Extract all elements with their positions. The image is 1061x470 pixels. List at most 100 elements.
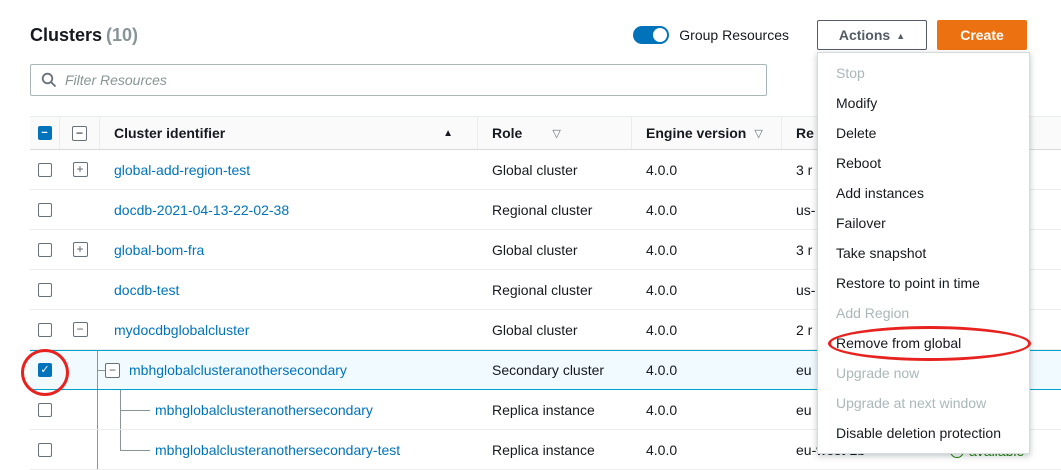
menu-item[interactable]: Remove from global <box>818 328 1029 358</box>
role-cell: Replica instance <box>478 442 632 458</box>
clusters-page: Clusters(10) Group Resources Actions▲ Cr… <box>0 0 1061 470</box>
engine-cell: 4.0.0 <box>632 162 782 178</box>
expand-cell <box>60 351 100 389</box>
toolbar-actions: Group Resources Actions▲ Create <box>633 20 1027 50</box>
row-checkbox[interactable] <box>38 163 52 177</box>
role-cell: Secondary cluster <box>478 362 632 378</box>
menu-item[interactable]: Reboot <box>818 148 1029 178</box>
role-cell: Global cluster <box>478 162 632 178</box>
engine-cell: 4.0.0 <box>632 202 782 218</box>
filter-input[interactable] <box>65 66 760 94</box>
menu-item[interactable]: Upgrade at next window <box>818 388 1029 418</box>
expand-toggle[interactable]: + <box>73 162 88 177</box>
expand-cell: − <box>60 310 100 349</box>
toolbar: Clusters(10) Group Resources Actions▲ Cr… <box>0 0 1061 50</box>
sort-ascending-icon[interactable]: ▲ <box>443 128 453 139</box>
checkbox-cell <box>30 310 60 349</box>
engine-cell: 4.0.0 <box>632 282 782 298</box>
collapse-all-icon[interactable]: − <box>72 126 87 141</box>
expand-toggle[interactable]: + <box>73 242 88 257</box>
menu-item[interactable]: Take snapshot <box>818 238 1029 268</box>
menu-item[interactable]: Add Region <box>818 298 1029 328</box>
expand-toggle[interactable]: − <box>73 322 88 337</box>
caret-up-icon: ▲ <box>896 31 905 41</box>
menu-item[interactable]: Restore to point in time <box>818 268 1029 298</box>
identifier-cell: mbhglobalclusteranothersecondary <box>100 390 478 429</box>
actions-button[interactable]: Actions▲ <box>817 20 927 50</box>
engine-cell: 4.0.0 <box>632 322 782 338</box>
row-checkbox[interactable] <box>38 203 52 217</box>
role-cell: Global cluster <box>478 242 632 258</box>
identifier-cell: mydocdbglobalcluster <box>100 310 478 349</box>
filter-box <box>30 64 767 96</box>
collapse-toggle[interactable]: − <box>105 363 120 378</box>
checkbox-cell <box>30 390 60 429</box>
select-all-header[interactable]: − <box>30 117 60 149</box>
tree-line <box>120 430 121 450</box>
toggle-knob <box>653 28 667 42</box>
engine-cell: 4.0.0 <box>632 402 782 418</box>
cluster-link[interactable]: mydocdbglobalcluster <box>114 322 249 338</box>
menu-item[interactable]: Delete <box>818 118 1029 148</box>
checkbox-cell <box>30 270 60 309</box>
identifier-cell: mbhglobalclusteranothersecondary-test <box>100 430 478 469</box>
cluster-link[interactable]: mbhglobalclusteranothersecondary <box>129 362 347 378</box>
role-cell: Regional cluster <box>478 202 632 218</box>
expand-cell: + <box>60 150 100 189</box>
menu-item[interactable]: Failover <box>818 208 1029 238</box>
tree-line <box>120 390 121 429</box>
actions-menu: Stop Modify Delete Reboot Add instances … <box>817 52 1030 454</box>
menu-item[interactable]: Upgrade now <box>818 358 1029 388</box>
expand-cell: + <box>60 230 100 269</box>
row-checkbox[interactable] <box>38 403 52 417</box>
identifier-cell: global-add-region-test <box>100 150 478 189</box>
checkbox-cell <box>30 430 60 469</box>
column-filter-icon[interactable]: ▽ <box>754 127 762 140</box>
menu-item[interactable]: Add instances <box>818 178 1029 208</box>
cluster-link[interactable]: global-add-region-test <box>114 162 250 178</box>
row-checkbox[interactable] <box>38 323 52 337</box>
indeterminate-icon: − <box>41 127 47 139</box>
row-checkbox[interactable]: ✓ <box>38 363 52 377</box>
group-resources-toggle[interactable] <box>633 26 669 44</box>
cluster-link[interactable]: global-bom-fra <box>114 242 204 258</box>
checkbox-cell <box>30 230 60 269</box>
column-header-engine-version[interactable]: Engine version▽ <box>632 117 782 149</box>
cluster-count: (10) <box>106 25 138 45</box>
group-resources-label: Group Resources <box>679 27 789 43</box>
menu-item[interactable]: Stop <box>818 58 1029 88</box>
expand-cell <box>60 270 100 309</box>
engine-cell: 4.0.0 <box>632 242 782 258</box>
row-checkbox[interactable] <box>38 283 52 297</box>
create-button[interactable]: Create <box>937 20 1027 50</box>
role-cell: Regional cluster <box>478 282 632 298</box>
identifier-cell: global-bom-fra <box>100 230 478 269</box>
row-checkbox[interactable] <box>38 443 52 457</box>
expand-cell <box>60 430 100 469</box>
select-all-checkbox[interactable]: − <box>38 126 52 140</box>
checkbox-cell: ✓ <box>30 351 60 389</box>
cluster-link[interactable]: docdb-2021-04-13-22-02-38 <box>114 202 289 218</box>
row-checkbox[interactable] <box>38 243 52 257</box>
checkbox-cell <box>30 150 60 189</box>
expand-cell <box>60 190 100 229</box>
column-header-cluster-identifier[interactable]: Cluster identifier▲ <box>100 117 478 149</box>
cluster-link[interactable]: docdb-test <box>114 282 179 298</box>
column-filter-icon[interactable]: ▽ <box>552 127 560 140</box>
cluster-link[interactable]: mbhglobalclusteranothersecondary-test <box>155 442 400 458</box>
menu-item[interactable]: Modify <box>818 88 1029 118</box>
expand-all-header[interactable]: − <box>60 117 100 149</box>
menu-item[interactable]: Disable deletion protection <box>818 418 1029 448</box>
cluster-link[interactable]: mbhglobalclusteranothersecondary <box>155 402 373 418</box>
identifier-cell: docdb-2021-04-13-22-02-38 <box>100 190 478 229</box>
role-cell: Global cluster <box>478 322 632 338</box>
page-title-text: Clusters <box>30 25 102 45</box>
column-header-role[interactable]: Role▽ <box>478 117 632 149</box>
identifier-cell: docdb-test <box>100 270 478 309</box>
identifier-cell: − mbhglobalclusteranothersecondary <box>100 351 478 389</box>
engine-cell: 4.0.0 <box>632 362 782 378</box>
page-title: Clusters(10) <box>30 25 138 46</box>
role-cell: Replica instance <box>478 402 632 418</box>
checkbox-cell <box>30 190 60 229</box>
expand-cell <box>60 390 100 429</box>
